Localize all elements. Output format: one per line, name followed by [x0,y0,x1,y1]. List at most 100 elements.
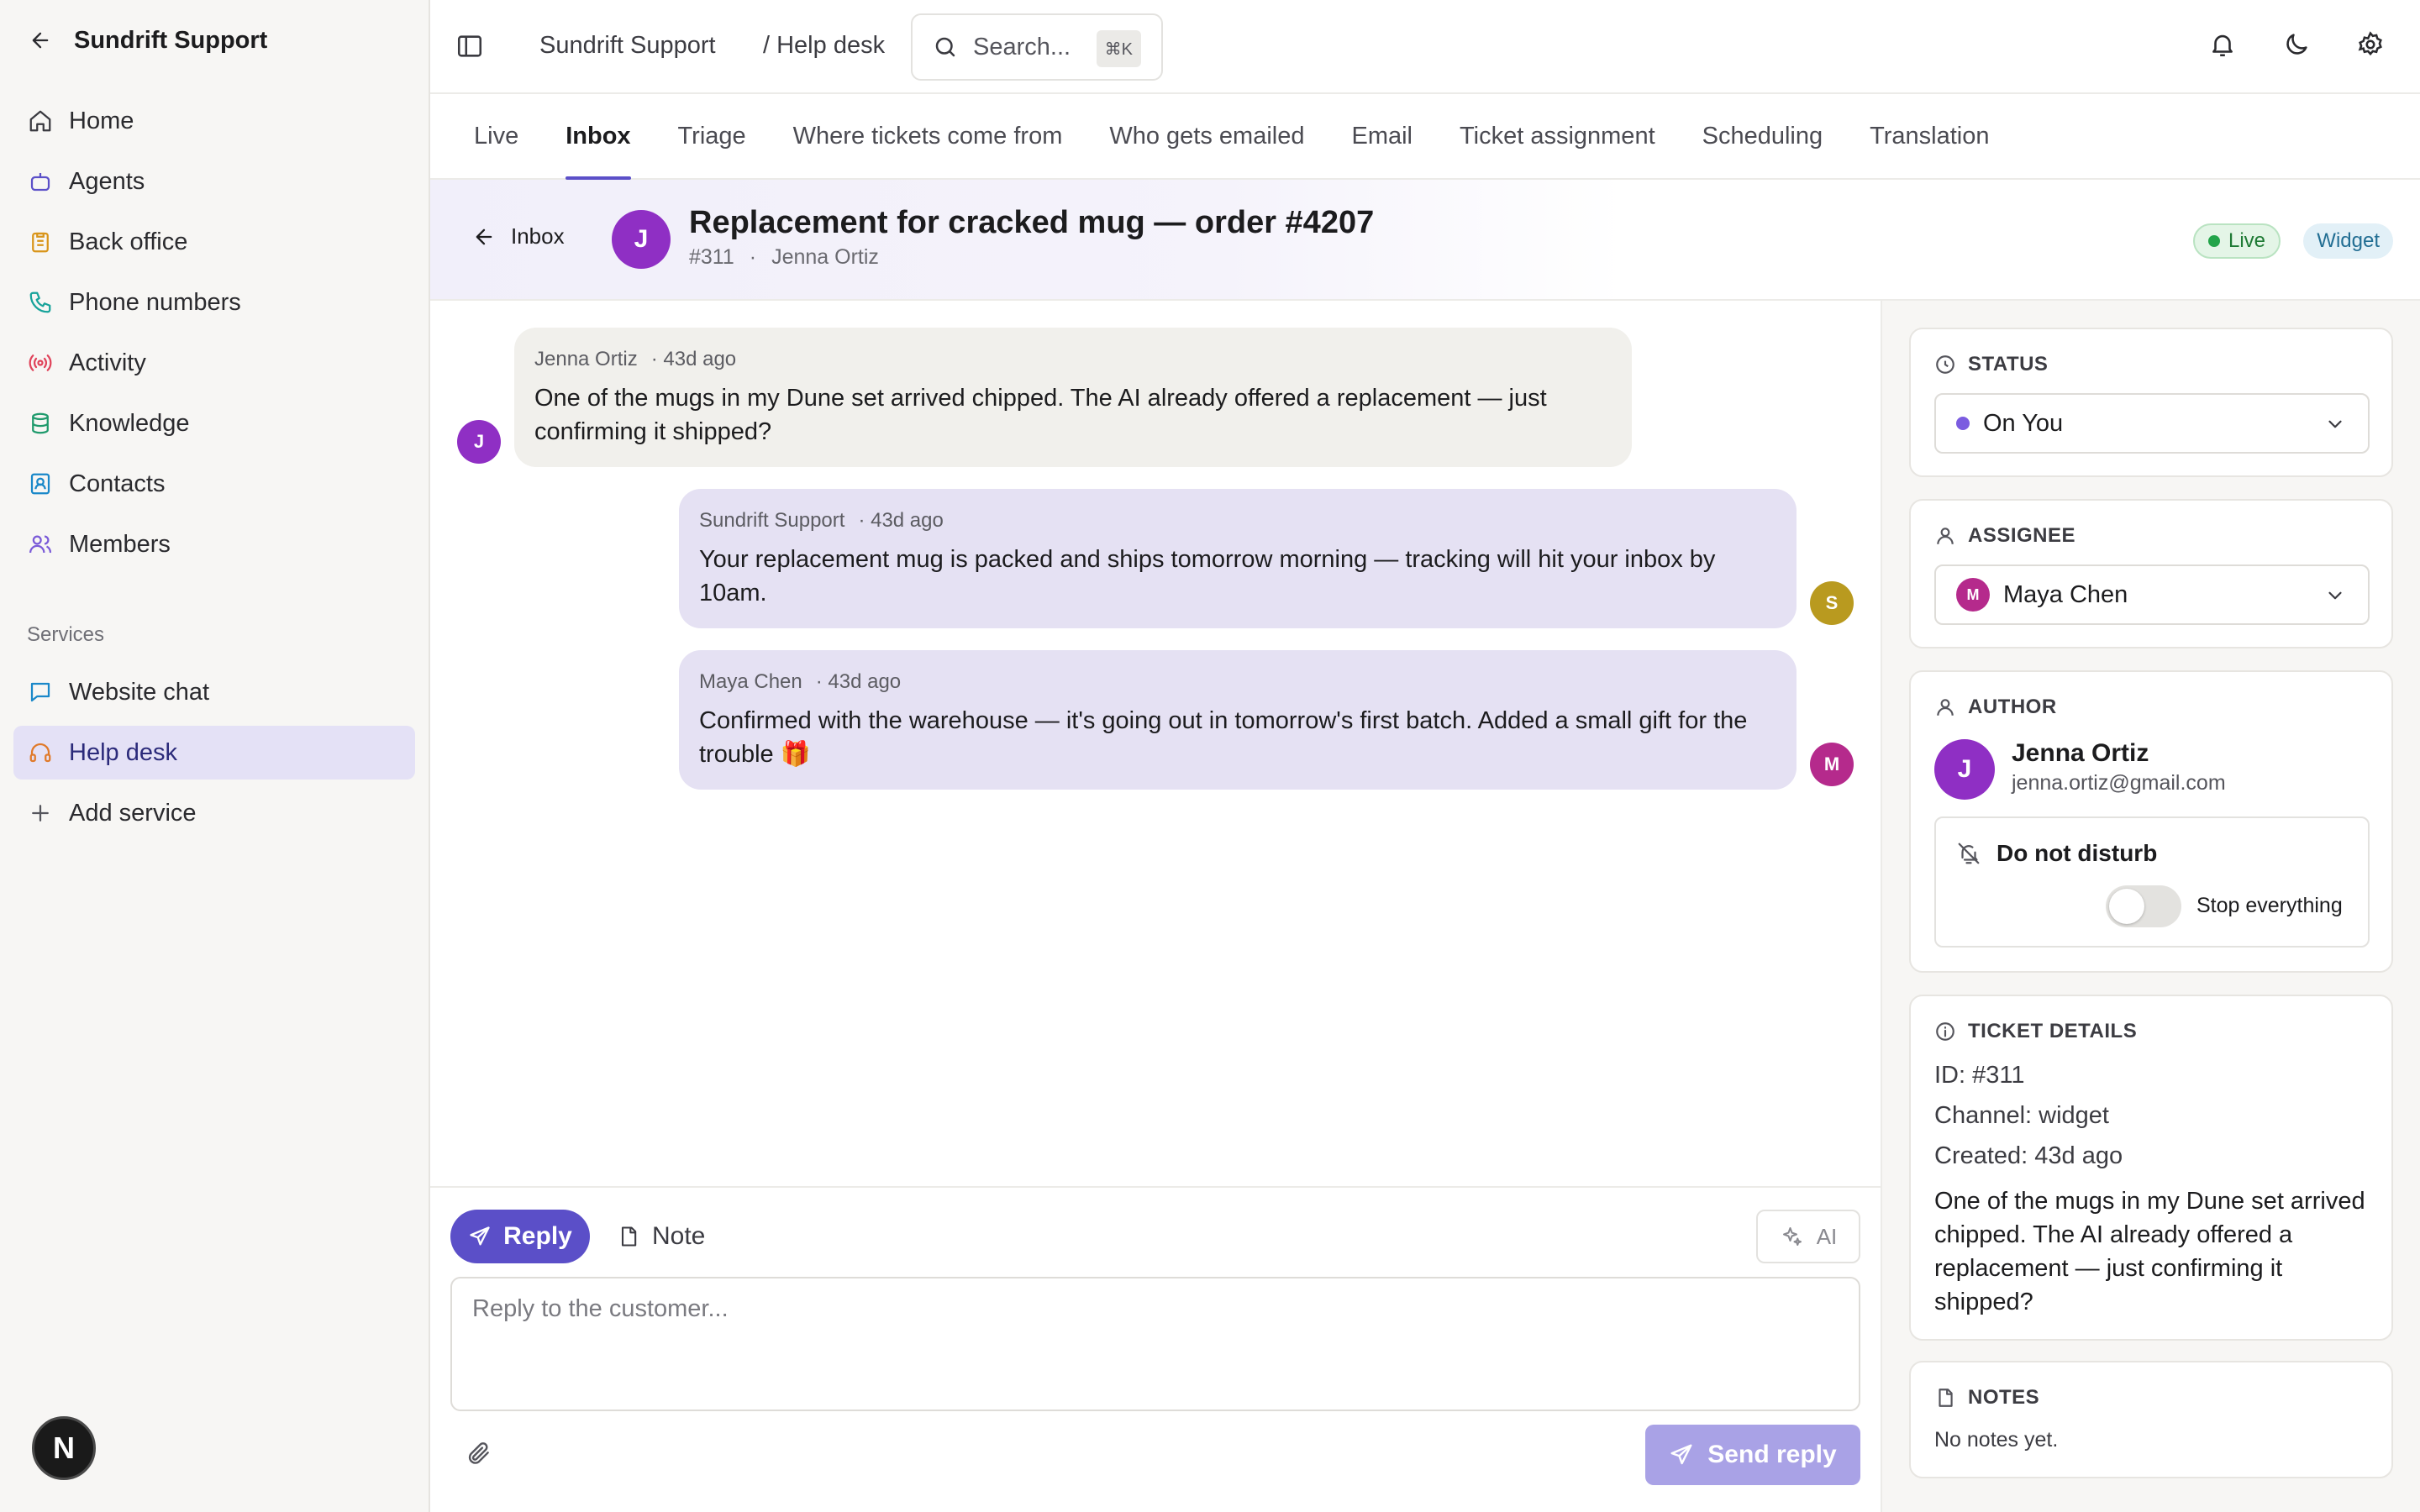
tab-scheduling[interactable]: Scheduling [1679,94,1847,178]
author-heading-label: AUTHOR [1968,696,2057,718]
plus-icon [27,800,54,827]
search-box[interactable]: Search... ⌘K [911,13,1163,81]
ticket-customer: Jenna Ortiz [771,245,879,269]
breadcrumb-page[interactable]: / Help desk [763,32,885,60]
sidebar-item-label: Home [69,107,134,134]
search-placeholder: Search... [973,33,1071,60]
bell-icon[interactable] [2208,30,2238,60]
reply-mode-button[interactable]: Reply [450,1210,590,1263]
message-time: · 43d ago [650,348,737,370]
sidebar-item-phone-numbers[interactable]: Phone numbers [13,276,415,329]
message-bubble: Maya Chen · 43d ago Confirmed with the w… [679,650,1797,790]
ticket-side-panel: STATUS On You ASSIGNEE M Maya Chen AUTHO… [1881,301,2420,1512]
assignee-value: Maya Chen [2003,580,2128,608]
sidebar-item-add-service[interactable]: Add service [13,786,415,840]
workspace-title: Sundrift Support [74,26,268,54]
assignee-heading: ASSIGNEE [1934,524,2075,548]
topbar-actions [2208,30,2386,60]
dnd-label: Do not disturb [1996,840,2158,866]
ai-label: AI [1816,1223,1838,1249]
sidebar-item-knowledge[interactable]: Knowledge [13,396,415,450]
gear-icon[interactable] [2356,30,2386,60]
message-text: Confirmed with the warehouse — it's goin… [699,707,1748,768]
ticket-details-card: TICKET DETAILS ID: #311 Channel: widget … [1909,995,2393,1341]
breadcrumb-app[interactable]: Sundrift Support [539,32,716,60]
status-value: On You [1983,409,2064,437]
tab-where-tickets-come-from[interactable]: Where tickets come from [770,94,1086,178]
note-mode-label: Note [652,1222,706,1250]
status-dot-icon [1956,417,1970,430]
services-section-label: Services [27,623,105,646]
status-heading: STATUS [1934,353,2048,376]
sidebar-nav: Home Agents Back office Phone numbers Ac… [13,94,415,578]
tab-ticket-assignment[interactable]: Ticket assignment [1436,94,1679,178]
author-name: Jenna Ortiz [2012,739,2149,767]
note-mode-button[interactable]: Note [617,1210,705,1263]
ai-assist-button[interactable]: AI [1756,1210,1860,1263]
assignee-avatar: M [1956,578,1990,612]
sidebar-item-agents[interactable]: Agents [13,155,415,208]
sidebar-item-members[interactable]: Members [13,517,415,571]
message-avatar: M [1810,743,1854,786]
customer-avatar: J [612,210,671,269]
sidebar-item-help-desk[interactable]: Help desk [13,726,415,780]
bot-icon [27,168,54,195]
detail-channel: Channel: widget [1934,1102,2109,1129]
tab-triage[interactable]: Triage [655,94,770,178]
sidebar-item-website-chat[interactable]: Website chat [13,665,415,719]
sidebar-toggle-icon[interactable] [455,32,486,62]
sidebar-item-label: Activity [69,349,146,376]
paperclip-icon[interactable] [466,1440,496,1470]
clipboard-icon [27,228,54,255]
info-icon [1934,1021,1956,1042]
detail-created: Created: 43d ago [1934,1142,2123,1169]
stop-everything-toggle[interactable] [2106,885,2181,927]
live-badge-label: Live [2228,229,2265,252]
message-meta: Sundrift Support · 43d ago [699,509,1776,533]
sidebar-item-label: Contacts [69,470,166,497]
helpdesk-tabs: Live Inbox Triage Where tickets come fro… [430,94,2420,180]
tab-inbox[interactable]: Inbox [542,94,654,180]
sidebar-item-activity[interactable]: Activity [13,336,415,390]
top-bar: Sundrift Support / Help desk Search... ⌘… [430,0,2420,94]
sidebar-item-label: Add service [69,799,197,827]
conversation-thread: J Jenna Ortiz · 43d ago One of the mugs … [430,301,1881,1186]
tab-live[interactable]: Live [450,94,542,178]
contact-icon [27,470,54,497]
arrow-left-icon [472,225,496,249]
send-icon [1669,1442,1694,1467]
phone-icon [27,289,54,316]
back-to-inbox-button[interactable]: Inbox [472,223,565,249]
sidebar-item-home[interactable]: Home [13,94,415,148]
moon-icon[interactable] [2282,30,2312,60]
sidebar-item-back-office[interactable]: Back office [13,215,415,269]
bell-off-icon [1956,841,1981,866]
note-icon [617,1225,640,1248]
sidebar-item-contacts[interactable]: Contacts [13,457,415,511]
message-author: Sundrift Support [699,509,845,532]
notes-empty-state: No notes yet. [1934,1428,2059,1452]
toggle-label: Stop everything [2196,894,2343,917]
search-icon [933,34,958,60]
back-arrow-icon[interactable] [25,25,55,55]
sidebar-item-label: Phone numbers [69,288,241,316]
assignee-select[interactable]: M Maya Chen [1934,564,2370,625]
send-reply-button[interactable]: Send reply [1645,1425,1860,1485]
message-meta: Jenna Ortiz · 43d ago [534,348,1612,371]
toggle-knob [2109,889,2144,924]
notes-card: NOTES No notes yet. [1909,1361,2393,1478]
tab-translation[interactable]: Translation [1846,94,2012,178]
tab-email[interactable]: Email [1328,94,1436,178]
sidebar-item-label: Members [69,530,171,558]
search-shortcut: ⌘K [1096,30,1141,67]
ticket-header: Inbox J Replacement for cracked mug — or… [430,180,2420,301]
message-text: Your replacement mug is packed and ships… [699,546,1716,606]
user-avatar[interactable]: N [32,1416,96,1480]
author-card: AUTHOR J Jenna Ortiz jenna.ortiz@gmail.c… [1909,670,2393,973]
reply-textarea[interactable] [450,1277,1860,1411]
message-meta: Maya Chen · 43d ago [699,670,1776,694]
detail-id: ID: #311 [1934,1062,2025,1089]
status-select[interactable]: On You [1934,393,2370,454]
file-icon [1934,1387,1956,1409]
tab-who-gets-emailed[interactable]: Who gets emailed [1086,94,1328,178]
